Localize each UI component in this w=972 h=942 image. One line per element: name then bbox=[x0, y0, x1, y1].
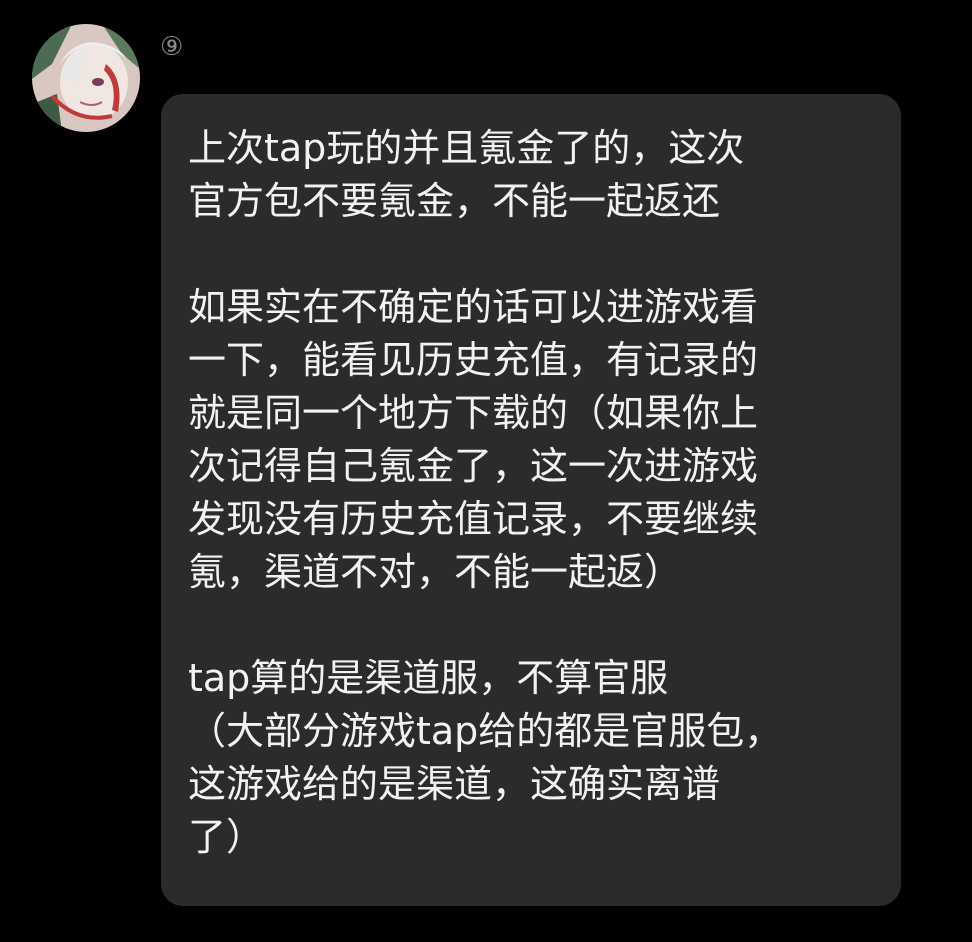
chat-view: ⑨ 上次tap玩的并且氪金了的，这次 官方包不要氪金，不能一起返还 如果实在不确… bbox=[0, 0, 972, 942]
user-avatar-icon[interactable] bbox=[32, 24, 140, 132]
message-paragraph: 如果实在不确定的话可以进游戏看 一下，能看见历史充值，有记录的 就是同一个地方下… bbox=[188, 285, 759, 594]
sender-label: ⑨ bbox=[160, 32, 184, 62]
message-paragraph: tap算的是渠道服，不算官服 （大部分游戏tap给的都是官服包， 这游戏给的是渠… bbox=[188, 656, 783, 859]
message-paragraph: 上次tap玩的并且氪金了的，这次 官方包不要氪金，不能一起返还 bbox=[188, 126, 745, 223]
message-bubble[interactable]: 上次tap玩的并且氪金了的，这次 官方包不要氪金，不能一起返还 如果实在不确定的… bbox=[161, 94, 901, 906]
avatar-illustration bbox=[32, 24, 140, 132]
